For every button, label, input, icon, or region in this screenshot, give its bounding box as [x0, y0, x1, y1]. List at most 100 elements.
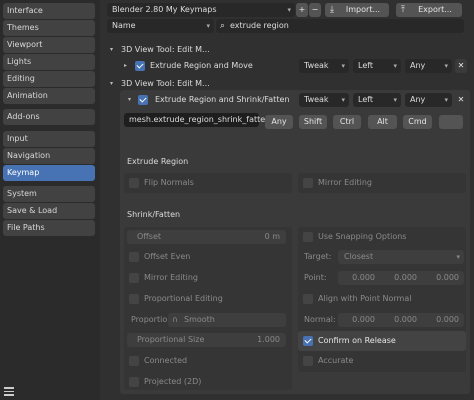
import-label: Import...: [345, 5, 381, 14]
sidebar-item-addons[interactable]: Add-ons: [3, 109, 95, 125]
point-z-value[interactable]: 0.000: [436, 271, 459, 285]
item1-type-value: Tweak: [304, 61, 329, 70]
proportional-size-value: 1.000: [257, 335, 280, 344]
projected-checkbox[interactable]: [129, 377, 139, 387]
normal-label: Normal:: [304, 315, 336, 324]
proportional-falloff-dropdown[interactable]: ∩ Smooth: [168, 313, 286, 327]
target-label: Target:: [304, 252, 332, 261]
item2-enabled-checkbox[interactable]: [138, 95, 148, 105]
connected-checkbox[interactable]: [129, 356, 139, 366]
sidebar-item-file-paths[interactable]: File Paths: [3, 220, 95, 236]
smooth-falloff-icon: ∩: [172, 315, 178, 324]
chevron-down-icon: ▾: [393, 96, 397, 104]
mirror-editing-2-checkbox[interactable]: [129, 273, 139, 283]
proportional-size-label: Proportional Size: [137, 335, 205, 344]
point-label: Point:: [304, 273, 327, 282]
point-y-value[interactable]: 0.000: [394, 271, 417, 285]
sidebar-item-viewport[interactable]: Viewport: [3, 37, 95, 53]
item2-remove-button[interactable]: ✕: [455, 93, 467, 107]
point-x-value[interactable]: 0.000: [352, 271, 375, 285]
sidebar-item-keymap[interactable]: Keymap: [3, 165, 95, 181]
align-with-point-normal-label: Align with Point Normal: [318, 294, 412, 303]
target-dropdown[interactable]: Closest ▾: [338, 250, 464, 264]
key-input-button[interactable]: [439, 115, 463, 129]
accurate-checkbox[interactable]: [303, 356, 313, 366]
connected-label: Connected: [144, 356, 188, 365]
item1-enabled-checkbox[interactable]: [135, 61, 145, 71]
operator-id-input[interactable]: mesh.extrude_region_shrink_fatten: [124, 113, 270, 127]
confirm-on-release-checkbox[interactable]: [303, 336, 313, 346]
collapse-arrow-icon[interactable]: ▾: [110, 79, 113, 89]
add-preset-button[interactable]: +: [296, 3, 308, 17]
collapse-arrow-icon[interactable]: ▾: [128, 95, 131, 105]
sidebar-item-system[interactable]: System: [3, 186, 95, 202]
proportional-editing-checkbox[interactable]: [129, 294, 139, 304]
item1-modifier-dropdown[interactable]: Any ▾: [405, 59, 452, 73]
search-input[interactable]: ⌕ extrude region: [216, 19, 464, 33]
sidebar-item-input[interactable]: Input: [3, 131, 95, 147]
item1-type-dropdown[interactable]: Tweak ▾: [299, 59, 349, 73]
item2-name: Extrude Region and Shrink/Fatten: [155, 95, 290, 104]
use-snapping-checkbox[interactable]: [303, 232, 313, 242]
sidebar-item-navigation[interactable]: Navigation: [3, 148, 95, 164]
proportional-editing-label: Proportional Editing: [144, 294, 223, 303]
export-icon: ⤒: [401, 5, 405, 15]
import-icon: ⤓: [330, 5, 334, 15]
sidebar-item-lights[interactable]: Lights: [3, 54, 95, 70]
filter-type-value: Name: [112, 21, 136, 30]
sidebar-item-editing[interactable]: Editing: [3, 71, 95, 87]
modifier-alt-button[interactable]: Alt: [368, 115, 397, 129]
point-vector-field[interactable]: 0.000 0.000 0.000: [338, 271, 464, 285]
normal-vector-field[interactable]: 0.000 0.000 0.000: [338, 313, 464, 327]
normal-z-value[interactable]: 0.000: [436, 313, 459, 327]
item2-modifier-dropdown[interactable]: Any ▾: [405, 93, 452, 107]
normal-y-value[interactable]: 0.000: [394, 313, 417, 327]
filter-type-dropdown[interactable]: Name ▾: [107, 19, 214, 33]
item1-remove-button[interactable]: ✕: [455, 59, 467, 73]
section-title-shrink-fatten: Shrink/Fatten: [127, 210, 181, 219]
sidebar-item-interface[interactable]: Interface: [3, 3, 95, 19]
offset-label: Offset: [137, 232, 162, 241]
modifier-shift-button[interactable]: Shift: [299, 115, 327, 129]
align-with-point-normal-checkbox[interactable]: [303, 294, 313, 304]
sidebar-item-save-load[interactable]: Save & Load: [3, 203, 95, 219]
collapse-arrow-icon[interactable]: ▾: [110, 45, 113, 55]
confirm-on-release-label: Confirm on Release: [318, 336, 396, 345]
offset-even-label: Offset Even: [144, 252, 191, 261]
chevron-down-icon: ▾: [341, 62, 345, 70]
item1-button-dropdown[interactable]: Left ▾: [353, 59, 401, 73]
item1-modifier-value: Any: [410, 61, 426, 70]
keymap-preset-dropdown[interactable]: Blender 2.80 My Keymaps ▾: [107, 3, 295, 17]
projected-label: Projected (2D): [144, 377, 202, 386]
remove-preset-button[interactable]: −: [309, 3, 321, 17]
mirror-editing-checkbox[interactable]: [303, 178, 313, 188]
expand-arrow-icon[interactable]: ▸: [124, 61, 127, 71]
item2-button-dropdown[interactable]: Left ▾: [353, 93, 401, 107]
chevron-down-icon: ▾: [456, 253, 460, 261]
normal-x-value[interactable]: 0.000: [352, 313, 375, 327]
group2-label: 3D View Tool: Edit M...: [121, 79, 210, 88]
export-button[interactable]: ⤒ Export...: [396, 3, 462, 17]
chevron-down-icon: ▾: [206, 22, 210, 30]
item2-button-value: Left: [358, 95, 374, 104]
modifier-cmd-button[interactable]: Cmd: [403, 115, 432, 129]
search-value: extrude region: [230, 21, 289, 30]
proportional-falloff-value: Smooth: [184, 315, 215, 324]
modifier-any-button[interactable]: Any: [265, 115, 293, 129]
mirror-editing-label: Mirror Editing: [318, 178, 372, 187]
offset-even-checkbox[interactable]: [129, 252, 139, 262]
target-value: Closest: [344, 252, 374, 261]
item2-type-dropdown[interactable]: Tweak ▾: [299, 93, 349, 107]
proportional-size-field[interactable]: Proportional Size 1.000: [127, 333, 286, 347]
import-button[interactable]: ⤓ Import...: [325, 3, 389, 17]
chevron-down-icon: ▾: [444, 62, 448, 70]
flip-normals-checkbox[interactable]: [129, 178, 139, 188]
hamburger-menu-icon[interactable]: [4, 387, 14, 396]
item1-name: Extrude Region and Move: [150, 61, 253, 70]
flip-normals-label: Flip Normals: [144, 178, 194, 187]
offset-field[interactable]: Offset 0 m: [127, 230, 286, 244]
modifier-ctrl-button[interactable]: Ctrl: [333, 115, 361, 129]
sidebar-item-themes[interactable]: Themes: [3, 20, 95, 36]
export-label: Export...: [418, 5, 452, 14]
sidebar-item-animation[interactable]: Animation: [3, 88, 95, 104]
